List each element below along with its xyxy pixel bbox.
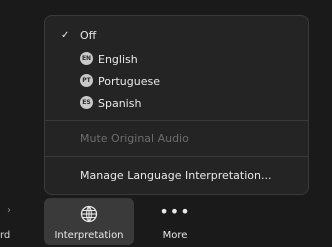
spanish-badge-icon: ES — [80, 96, 93, 109]
partial-toolbar-label: rd — [0, 230, 11, 241]
spanish-label: Spanish — [98, 96, 142, 110]
partial-toolbar-icon: › — [7, 205, 11, 216]
menu-item-off[interactable]: ✓ Off — [45, 25, 308, 45]
off-label: Off — [80, 28, 97, 42]
interpretation-menu: ✓ Off EN English PT Portuguese ES Spanis… — [44, 15, 309, 195]
english-label: English — [98, 52, 138, 66]
more-button[interactable]: ••• More — [145, 198, 205, 245]
menu-divider — [45, 120, 308, 121]
menu-item-english[interactable]: EN English — [45, 49, 308, 69]
manage-language-interpretation-item[interactable]: Manage Language Interpretation... — [45, 165, 308, 185]
menu-item-portuguese[interactable]: PT Portuguese — [45, 71, 308, 91]
english-badge-icon: EN — [80, 52, 93, 65]
portuguese-badge-icon: PT — [80, 74, 93, 87]
ellipsis-icon: ••• — [159, 202, 191, 221]
check-icon: ✓ — [61, 29, 70, 41]
portuguese-label: Portuguese — [98, 74, 160, 88]
menu-divider — [45, 156, 308, 157]
globe-icon — [79, 204, 99, 228]
interpretation-label: Interpretation — [54, 230, 124, 241]
menu-item-spanish[interactable]: ES Spanish — [45, 93, 308, 113]
mute-original-audio-item: Mute Original Audio — [45, 128, 308, 148]
interpretation-button[interactable]: Interpretation — [44, 198, 134, 245]
more-label: More — [162, 230, 188, 241]
manage-language-interpretation-label: Manage Language Interpretation... — [80, 168, 272, 182]
mute-original-audio-label: Mute Original Audio — [80, 131, 189, 145]
